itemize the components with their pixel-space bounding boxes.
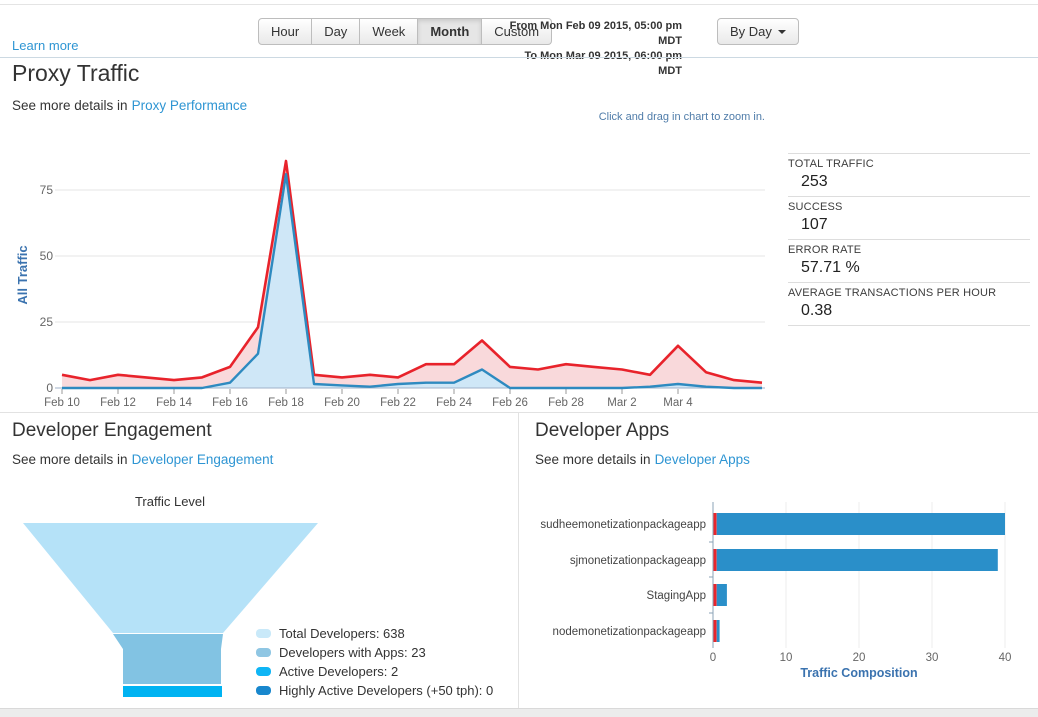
legend-swatch: [256, 667, 271, 676]
svg-text:25: 25: [40, 315, 54, 329]
svg-text:0: 0: [710, 652, 716, 664]
legend-item-developers-with-apps: Developers with Apps: 23: [256, 643, 493, 662]
chart-zoom-hint: Click and drag in chart to zoom in.: [598, 111, 765, 123]
legend-label: Total Developers: 638: [279, 626, 405, 641]
stat-label: AVERAGE TRANSACTIONS PER HOUR: [788, 287, 997, 299]
svg-text:40: 40: [999, 652, 1012, 664]
legend-label: Developers with Apps: 23: [279, 645, 426, 660]
stat-value: 57.71 %: [801, 259, 860, 276]
subtitle-text: See more details in: [12, 452, 128, 467]
stat-avg-tph: AVERAGE TRANSACTIONS PER HOUR 0.38: [788, 282, 1030, 326]
subtitle-text: See more details in: [12, 98, 128, 113]
svg-text:StagingApp: StagingApp: [647, 590, 706, 602]
proxy-performance-link[interactable]: Proxy Performance: [132, 98, 248, 113]
stat-error-rate: ERROR RATE 57.71 %: [788, 239, 1030, 282]
legend-label: Highly Active Developers (+50 tph): 0: [279, 683, 494, 698]
legend-item-highly-active-developers: Highly Active Developers (+50 tph): 0: [256, 681, 493, 700]
date-range: From Mon Feb 09 2015, 05:00 pm MDT To Mo…: [500, 19, 682, 79]
stat-total-traffic: TOTAL TRAFFIC 253: [788, 153, 1030, 196]
svg-text:30: 30: [926, 652, 939, 664]
legend-item-total-developers: Total Developers: 638: [256, 624, 493, 643]
svg-text:Feb 22: Feb 22: [380, 397, 416, 409]
proxy-traffic-chart[interactable]: 0 25 50 75 Feb 10 Feb 12 Feb 14 Feb 16 Feb 18 Feb…: [5, 145, 775, 410]
svg-text:20: 20: [853, 652, 866, 664]
section-divider: [0, 412, 1038, 413]
svg-text:Feb 14: Feb 14: [156, 397, 192, 409]
developer-engagement-link[interactable]: Developer Engagement: [132, 452, 274, 467]
svg-text:Feb 28: Feb 28: [548, 397, 584, 409]
chevron-down-icon: [777, 29, 786, 34]
stat-success: SUCCESS 107: [788, 196, 1030, 239]
proxy-traffic-stats: TOTAL TRAFFIC 253 SUCCESS 107 ERROR RATE…: [788, 153, 1030, 326]
stat-label: ERROR RATE: [788, 244, 862, 256]
legend-swatch: [256, 648, 271, 657]
svg-text:Feb 10: Feb 10: [44, 397, 80, 409]
stat-label: SUCCESS: [788, 201, 843, 213]
granularity-dropdown[interactable]: By Day: [717, 18, 799, 45]
svg-text:10: 10: [780, 652, 793, 664]
stat-label: TOTAL TRAFFIC: [788, 158, 874, 170]
developer-engagement-subtitle: See more details in Developer Engagement: [12, 452, 273, 467]
svg-text:Feb 18: Feb 18: [268, 397, 304, 409]
engagement-legend: Total Developers: 638 Developers with Ap…: [256, 624, 493, 700]
svg-text:sudheemonetizationpackageapp: sudheemonetizationpackageapp: [540, 519, 706, 531]
stat-value: 253: [801, 173, 828, 190]
proxy-traffic-subtitle: See more details in Proxy Performance: [12, 98, 247, 113]
range-button-day[interactable]: Day: [312, 18, 361, 45]
learn-more-link[interactable]: Learn more: [12, 38, 78, 53]
developer-apps-subtitle: See more details in Developer Apps: [535, 452, 750, 467]
range-button-month[interactable]: Month: [418, 18, 483, 45]
svg-text:All Traffic: All Traffic: [15, 245, 30, 304]
svg-text:0: 0: [46, 381, 53, 395]
granularity-label: By Day: [730, 24, 772, 39]
stat-value: 0.38: [801, 302, 833, 319]
svg-text:75: 75: [40, 183, 54, 197]
date-to: To Mon Mar 09 2015, 06:00 pm MDT: [524, 50, 682, 77]
svg-text:Feb 26: Feb 26: [492, 397, 528, 409]
svg-text:Mar 4: Mar 4: [663, 397, 693, 409]
panel-divider: [518, 412, 519, 708]
developer-engagement-title: Developer Engagement: [12, 420, 212, 441]
svg-text:Feb 24: Feb 24: [436, 397, 472, 409]
analytics-dashboard: Learn more Hour Day Week Month Custom Fr…: [0, 0, 1038, 717]
svg-text:Feb 12: Feb 12: [100, 397, 136, 409]
developer-apps-link[interactable]: Developer Apps: [655, 452, 750, 467]
topbar-divider: [0, 57, 1038, 58]
svg-text:Traffic Composition: Traffic Composition: [800, 666, 917, 680]
subtitle-text: See more details in: [535, 452, 651, 467]
svg-text:sjmonetizationpackageapp: sjmonetizationpackageapp: [570, 555, 706, 567]
legend-swatch: [256, 629, 271, 638]
developer-apps-chart: sudheemonetizationpackageapp sjmonetizati…: [540, 502, 1012, 680]
range-button-hour[interactable]: Hour: [258, 18, 313, 45]
proxy-traffic-title: Proxy Traffic: [12, 60, 140, 86]
stat-value: 107: [801, 216, 828, 233]
date-from: From Mon Feb 09 2015, 05:00 pm MDT: [509, 20, 682, 47]
svg-text:Mar 2: Mar 2: [607, 397, 636, 409]
svg-text:50: 50: [40, 249, 54, 263]
legend-label: Active Developers: 2: [279, 664, 399, 679]
bottom-strip: [0, 708, 1038, 717]
top-divider: [0, 4, 1038, 5]
svg-text:Feb 20: Feb 20: [324, 397, 360, 409]
developer-apps-title: Developer Apps: [535, 420, 670, 441]
legend-swatch: [256, 686, 271, 695]
legend-item-active-developers: Active Developers: 2: [256, 662, 493, 681]
svg-text:nodemonetizationpackageapp: nodemonetizationpackageapp: [553, 626, 706, 638]
svg-text:Feb 16: Feb 16: [212, 397, 248, 409]
funnel-title: Traffic Level: [134, 494, 206, 509]
range-button-week[interactable]: Week: [360, 18, 419, 45]
